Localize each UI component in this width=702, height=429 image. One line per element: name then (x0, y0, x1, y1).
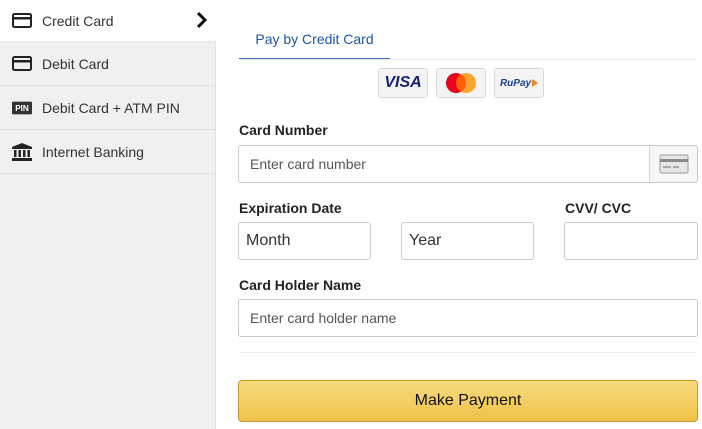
expiration-month-select[interactable]: Month (238, 222, 371, 260)
year-value: Year (409, 232, 442, 249)
sidebar-item-internet-banking[interactable]: Internet Banking (0, 130, 215, 174)
sidebar-item-label: Credit Card (42, 12, 114, 29)
card-holder-placeholder: Enter card holder name (250, 310, 397, 326)
debit-card-icon (12, 56, 32, 72)
cvv-input[interactable] (564, 222, 698, 260)
sidebar-item-debit-card-atm-pin[interactable]: PIN Debit Card + ATM PIN (0, 86, 215, 130)
rupay-logo: RuPay (494, 68, 544, 98)
bank-icon (12, 142, 32, 161)
visa-logo-text: VISA (384, 74, 422, 91)
divider (239, 352, 697, 353)
mastercard-logo (436, 68, 486, 98)
sidebar-item-label: Debit Card (42, 55, 109, 72)
expiration-date-label: Expiration Date (239, 200, 342, 216)
month-value: Month (246, 232, 291, 249)
card-number-placeholder: Enter card number (250, 156, 366, 172)
payment-method-sidebar: Credit Card Debit Card PIN Debit Card + … (0, 0, 217, 429)
visa-logo: VISA (378, 68, 428, 98)
sidebar-item-debit-card[interactable]: Debit Card (0, 42, 215, 86)
credit-card-panel: Pay by Credit Card VISA RuPay Card Numbe… (217, 0, 702, 429)
payment-widget: Credit Card Debit Card PIN Debit Card + … (0, 0, 702, 429)
expiration-year-select[interactable]: Year (401, 222, 534, 260)
card-type-icon (649, 146, 697, 182)
svg-text:PIN: PIN (15, 104, 29, 113)
sidebar-item-label: Debit Card + ATM PIN (42, 99, 180, 116)
cvv-label: CVV/ CVC (565, 200, 632, 216)
tab-pay-by-credit-card[interactable]: Pay by Credit Card (239, 18, 390, 60)
sidebar-item-label: Internet Banking (42, 143, 144, 160)
credit-card-icon (12, 13, 32, 29)
card-number-label: Card Number (239, 122, 328, 138)
rupay-logo-text: RuPay (499, 77, 532, 89)
tab-divider (239, 59, 697, 60)
card-holder-name-input[interactable]: Enter card holder name (238, 299, 698, 337)
sidebar-item-credit-card[interactable]: Credit Card (0, 0, 217, 42)
pin-icon: PIN (12, 100, 32, 116)
card-number-input[interactable]: Enter card number (238, 145, 698, 183)
card-holder-name-label: Card Holder Name (239, 277, 362, 293)
card-brand-logos: VISA RuPay (378, 68, 544, 98)
chevron-right-icon (195, 11, 209, 29)
make-payment-button[interactable]: Make Payment (238, 380, 698, 422)
